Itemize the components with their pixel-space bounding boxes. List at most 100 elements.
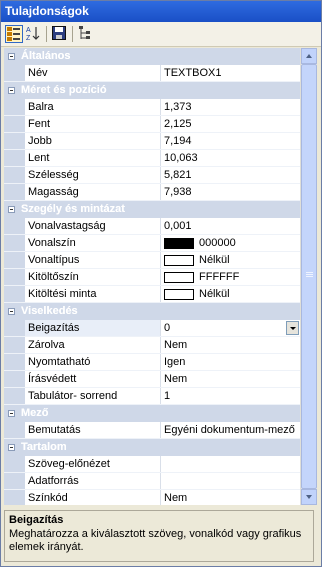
property-name: Adatforrás: [25, 473, 161, 489]
property-value[interactable]: Egyéni dokumentum-mező: [161, 422, 300, 438]
scroll-thumb[interactable]: [301, 64, 317, 489]
property-value-text: 000000: [199, 237, 236, 249]
property-value[interactable]: Igen: [161, 354, 300, 370]
color-swatch: [164, 271, 194, 283]
toolbar-separator: [72, 26, 73, 42]
property-row[interactable]: Kitöltési minta Nélkül: [4, 286, 300, 303]
svg-text:Z: Z: [26, 35, 31, 41]
property-row[interactable]: Lent 10,063: [4, 150, 300, 167]
toolbar-separator: [46, 26, 47, 42]
category-header[interactable]: Mező: [4, 405, 300, 422]
window-title: Tulajdonságok: [1, 1, 321, 22]
category-header[interactable]: Viselkedés: [4, 303, 300, 320]
categorized-view-button[interactable]: [5, 25, 23, 43]
property-name: Beigazítás: [25, 320, 161, 336]
property-value-text: Igen: [164, 356, 186, 368]
collapse-icon[interactable]: [4, 48, 18, 64]
property-value[interactable]: 10,063: [161, 150, 300, 166]
property-value[interactable]: 7,194: [161, 133, 300, 149]
property-row[interactable]: Balra 1,373: [4, 99, 300, 116]
property-name: Bemutatás: [25, 422, 161, 438]
scroll-up-button[interactable]: [301, 48, 317, 64]
property-value-text: 5,821: [164, 169, 192, 181]
property-name: Lent: [25, 150, 161, 166]
property-row[interactable]: Vonaltípus Nélkül: [4, 252, 300, 269]
collapse-icon[interactable]: [4, 303, 18, 319]
category-header[interactable]: Tartalom: [4, 439, 300, 456]
property-value[interactable]: Nem: [161, 490, 300, 505]
alphabetical-icon: A Z: [26, 27, 40, 41]
category-header[interactable]: Méret és pozíció: [4, 82, 300, 99]
property-value[interactable]: TEXTBOX1: [161, 65, 300, 81]
property-row[interactable]: Szöveg-előnézet: [4, 456, 300, 473]
property-grid: Általános Név TEXTBOX1 Méret és pozíció Balr…: [4, 48, 300, 505]
property-value[interactable]: 000000: [161, 235, 300, 251]
property-row[interactable]: Szélesség 5,821: [4, 167, 300, 184]
color-swatch: [164, 288, 194, 300]
property-name: Nyomtatható: [25, 354, 161, 370]
property-value-text: Nélkül: [199, 254, 230, 266]
category-header[interactable]: Szegély és mintázat: [4, 201, 300, 218]
vertical-scrollbar[interactable]: [300, 48, 317, 505]
object-tree-button[interactable]: [77, 25, 95, 43]
help-panel: Beigazítás Meghatározza a kiválasztott s…: [4, 510, 314, 562]
property-value[interactable]: 2,125: [161, 116, 300, 132]
property-value[interactable]: 0,001: [161, 218, 300, 234]
property-value[interactable]: FFFFFF: [161, 269, 300, 285]
scroll-down-button[interactable]: [301, 489, 317, 505]
property-name: Jobb: [25, 133, 161, 149]
property-row[interactable]: Vonalvastagság 0,001: [4, 218, 300, 235]
property-row[interactable]: Bemutatás Egyéni dokumentum-mező: [4, 422, 300, 439]
property-value[interactable]: 7,938: [161, 184, 300, 200]
property-value-text: Nélkül: [199, 288, 230, 300]
property-value[interactable]: [161, 473, 300, 489]
save-icon: [52, 26, 66, 40]
property-row[interactable]: Fent 2,125: [4, 116, 300, 133]
save-button[interactable]: [51, 25, 69, 43]
category-header[interactable]: Általános: [4, 48, 300, 65]
property-value-text: 0,001: [164, 220, 192, 232]
property-value[interactable]: Nélkül: [161, 252, 300, 268]
property-value[interactable]: 5,821: [161, 167, 300, 183]
property-value-text: 7,938: [164, 186, 192, 198]
collapse-icon[interactable]: [4, 405, 18, 421]
property-value[interactable]: 1,373: [161, 99, 300, 115]
property-value-text: Nem: [164, 492, 188, 504]
collapse-icon[interactable]: [4, 82, 18, 98]
property-value-text: 10,063: [164, 152, 198, 164]
categorized-icon: [7, 27, 20, 41]
property-row[interactable]: Adatforrás: [4, 473, 300, 490]
property-row[interactable]: Kitöltőszín FFFFFF: [4, 269, 300, 286]
help-description: Meghatározza a kiválasztott szöveg, vona…: [9, 528, 302, 553]
property-value-text: FFFFFF: [199, 271, 240, 283]
property-row[interactable]: Zárolva Nem: [4, 337, 300, 354]
category-label: Tartalom: [21, 441, 67, 453]
property-value-text: Egyéni dokumentum-mező: [164, 424, 295, 436]
alphabetical-view-button[interactable]: A Z: [25, 25, 43, 43]
property-row[interactable]: Írásvédett Nem: [4, 371, 300, 388]
collapse-icon[interactable]: [4, 439, 18, 455]
property-row[interactable]: Nyomtatható Igen: [4, 354, 300, 371]
property-value[interactable]: 1: [161, 388, 300, 404]
property-value-text: TEXTBOX1: [164, 67, 222, 79]
property-value[interactable]: Nem: [161, 337, 300, 353]
tree-icon: [79, 26, 90, 39]
property-row[interactable]: Magasság 7,938: [4, 184, 300, 201]
property-row[interactable]: Beigazítás 0: [4, 320, 300, 337]
property-row[interactable]: Név TEXTBOX1: [4, 65, 300, 82]
help-title: Beigazítás: [9, 514, 64, 526]
property-value[interactable]: Nélkül: [161, 286, 300, 302]
properties-window: Tulajdonságok A Z Általános Név TEXTBOX1…: [0, 0, 322, 567]
property-value[interactable]: 0: [161, 320, 300, 336]
property-row[interactable]: Vonalszín 000000: [4, 235, 300, 252]
property-row[interactable]: Színkód Nem: [4, 490, 300, 505]
property-name: Szélesség: [25, 167, 161, 183]
property-row[interactable]: Tabulátor- sorrend 1: [4, 388, 300, 405]
property-name: Kitöltési minta: [25, 286, 161, 302]
property-row[interactable]: Jobb 7,194: [4, 133, 300, 150]
property-value[interactable]: [161, 456, 300, 472]
property-name: Szöveg-előnézet: [25, 456, 161, 472]
dropdown-arrow-icon[interactable]: [286, 321, 299, 335]
property-value[interactable]: Nem: [161, 371, 300, 387]
collapse-icon[interactable]: [4, 201, 18, 217]
